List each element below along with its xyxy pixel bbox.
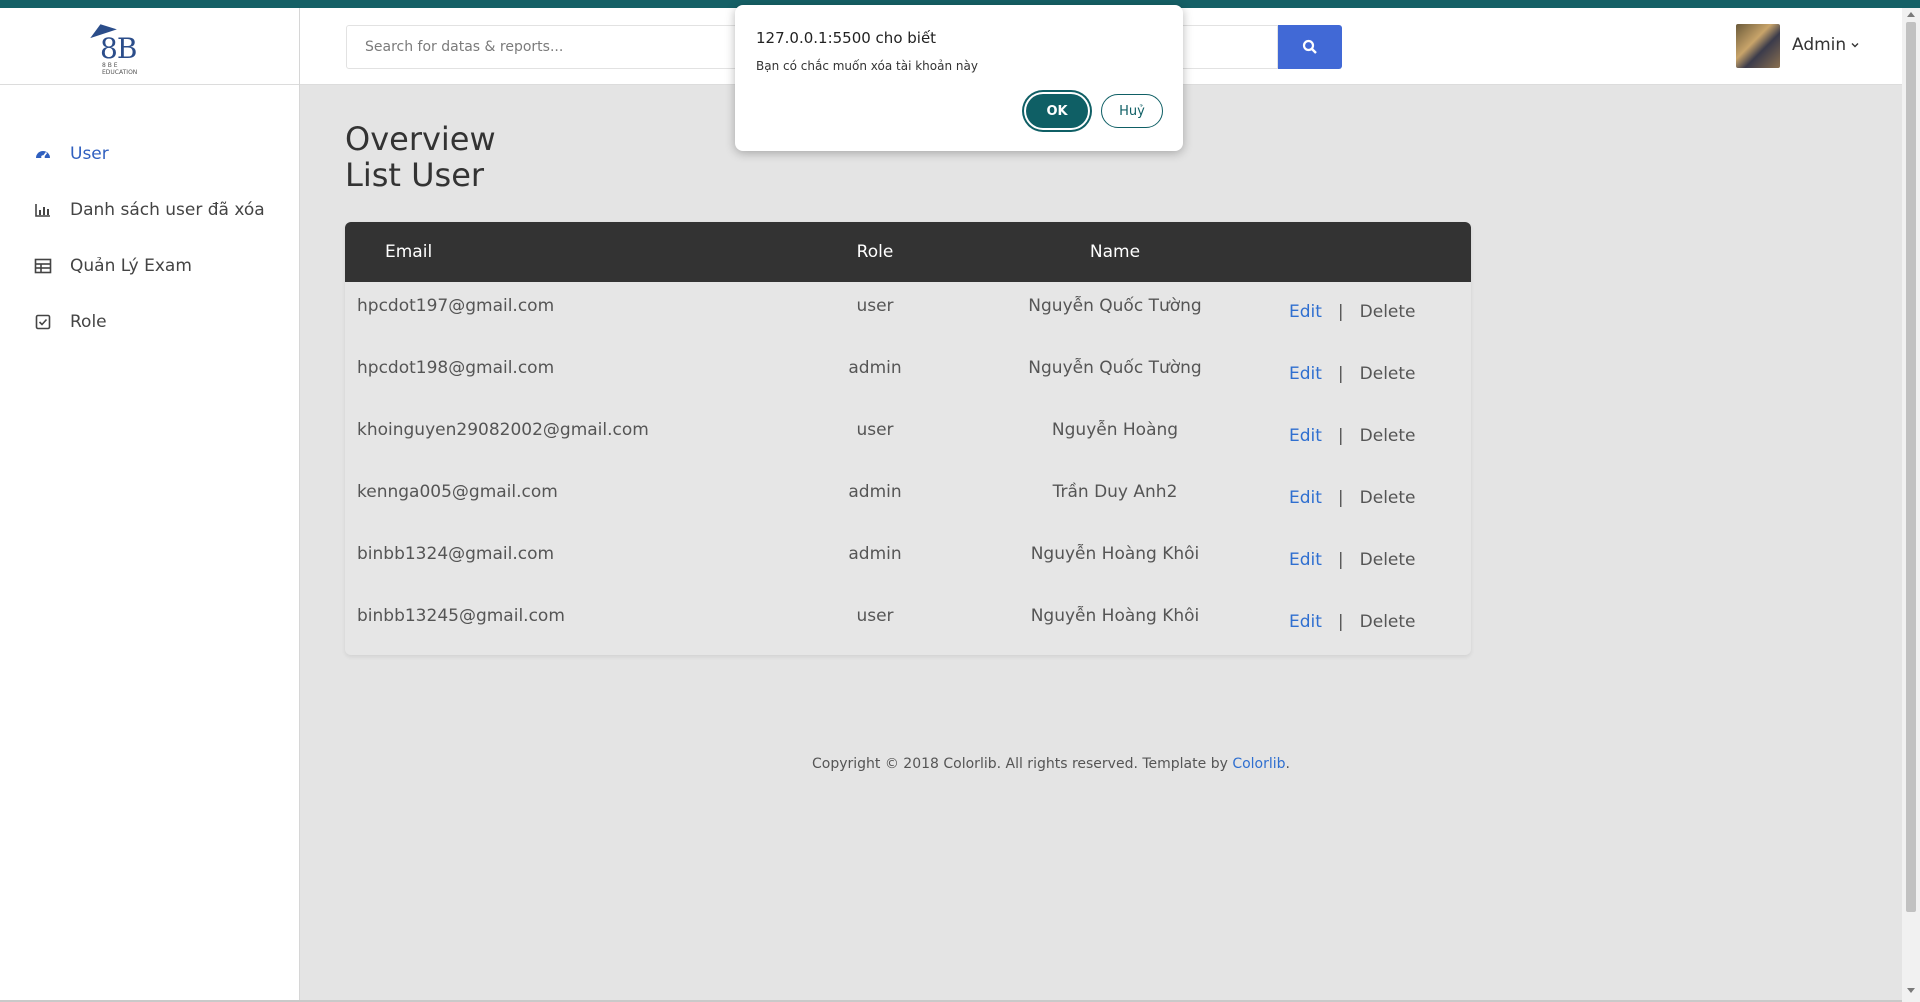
cell-role: user (856, 606, 894, 626)
action-separator: | (1337, 426, 1344, 446)
column-header-email: Email (385, 242, 433, 262)
cell-email: binbb1324@gmail.com (357, 544, 555, 564)
column-header-role: Role (856, 242, 894, 262)
cell-name: Trần Duy Anh2 (1052, 482, 1178, 502)
sidebar-item-label: Danh sách user đã xóa (70, 200, 265, 220)
footer: Copyright © 2018 Colorlib. All rights re… (300, 756, 1802, 772)
sidebar-item-role[interactable]: Role (34, 308, 107, 336)
edit-link[interactable]: Edit (1289, 488, 1322, 508)
edit-link[interactable]: Edit (1289, 364, 1322, 384)
delete-link[interactable]: Delete (1360, 364, 1416, 384)
sidebar-item-deleted-users[interactable]: Danh sách user đã xóa (34, 196, 265, 224)
table-row: khoinguyen29082002@gmail.com user Nguyễn… (345, 406, 1471, 468)
action-separator: | (1337, 302, 1344, 322)
cell-name: Nguyễn Hoàng (1051, 420, 1179, 440)
ok-button[interactable]: OK (1026, 94, 1088, 128)
sidebar-item-user[interactable]: User (34, 140, 109, 168)
user-table: Email Role Name hpcdot197@gmail.com user… (345, 222, 1471, 655)
confirm-dialog: 127.0.0.1:5500 cho biết Bạn có chắc muốn… (735, 5, 1183, 151)
dialog-message: Bạn có chắc muốn xóa tài khoản này (756, 59, 978, 73)
cell-role: user (856, 420, 894, 440)
row-actions: Edit | Delete (1289, 612, 1416, 632)
logo-area: 8B 8 B E EDUCATION (0, 8, 299, 85)
footer-text: Copyright © 2018 Colorlib. All rights re… (812, 756, 1233, 772)
cell-name: Nguyễn Hoàng Khôi (1030, 606, 1200, 626)
row-actions: Edit | Delete (1289, 426, 1416, 446)
brand-logo[interactable]: 8B 8 B E EDUCATION (84, 19, 144, 76)
cell-email: hpcdot197@gmail.com (357, 296, 555, 316)
user-name: Admin (1792, 35, 1847, 55)
search-icon (1302, 39, 1317, 54)
table-row: hpcdot197@gmail.com user Nguyễn Quốc Tườ… (345, 282, 1471, 344)
edit-link[interactable]: Edit (1289, 550, 1322, 570)
delete-link[interactable]: Delete (1360, 550, 1416, 570)
main-content: Overview List User Email Role Name hpcdo… (300, 84, 1902, 1002)
table-row: hpcdot198@gmail.com admin Nguyễn Quốc Tư… (345, 344, 1471, 406)
column-header-name: Name (1089, 242, 1141, 262)
footer-link[interactable]: Colorlib (1232, 756, 1285, 772)
chevron-down-icon (1851, 43, 1859, 48)
sidebar-item-label: Quản Lý Exam (70, 256, 192, 276)
sidebar-item-label: Role (70, 312, 107, 332)
cell-name: Nguyễn Hoàng Khôi (1030, 544, 1200, 564)
page-title: Overview (345, 120, 496, 158)
logo-text: 8B (100, 32, 137, 65)
cell-name: Nguyễn Quốc Tường (1028, 358, 1202, 378)
row-actions: Edit | Delete (1289, 302, 1416, 322)
table-row: kennga005@gmail.com admin Trần Duy Anh2 … (345, 468, 1471, 530)
cell-email: khoinguyen29082002@gmail.com (357, 420, 649, 440)
scrollbar-thumb[interactable] (1906, 22, 1916, 912)
cell-email: binbb13245@gmail.com (357, 606, 565, 626)
edit-link[interactable]: Edit (1289, 426, 1322, 446)
delete-link[interactable]: Delete (1360, 426, 1416, 446)
scroll-down-icon[interactable] (1907, 988, 1915, 993)
action-separator: | (1337, 488, 1344, 508)
logo-subtext: 8 B E EDUCATION (102, 62, 138, 76)
action-separator: | (1337, 612, 1344, 632)
sidebar: 8B 8 B E EDUCATION User Danh sách user đ… (0, 8, 300, 1002)
row-actions: Edit | Delete (1289, 488, 1416, 508)
footer-trail: . (1285, 756, 1290, 772)
row-actions: Edit | Delete (1289, 364, 1416, 384)
scroll-up-icon[interactable] (1907, 12, 1915, 17)
table-row: binbb13245@gmail.com user Nguyễn Hoàng K… (345, 592, 1471, 654)
table-icon (34, 257, 52, 275)
avatar[interactable] (1736, 24, 1780, 68)
edit-link[interactable]: Edit (1289, 612, 1322, 632)
delete-link[interactable]: Delete (1360, 488, 1416, 508)
cell-role: admin (848, 358, 902, 378)
cell-role: admin (848, 544, 902, 564)
edit-link[interactable]: Edit (1289, 302, 1322, 322)
delete-link[interactable]: Delete (1360, 612, 1416, 632)
dialog-title: 127.0.0.1:5500 cho biết (756, 29, 937, 47)
cell-email: hpcdot198@gmail.com (357, 358, 555, 378)
delete-link[interactable]: Delete (1360, 302, 1416, 322)
action-separator: | (1337, 364, 1344, 384)
cell-role: user (856, 296, 894, 316)
table-row: binbb1324@gmail.com admin Nguyễn Hoàng K… (345, 530, 1471, 592)
row-actions: Edit | Delete (1289, 550, 1416, 570)
cell-email: kennga005@gmail.com (357, 482, 558, 502)
sidebar-item-label: User (70, 144, 109, 164)
table-header: Email Role Name (345, 222, 1471, 282)
search-button[interactable] (1278, 25, 1342, 69)
bar-chart-icon (34, 201, 52, 219)
page-subtitle: List User (345, 156, 485, 194)
checkbox-icon (34, 313, 52, 331)
cell-name: Nguyễn Quốc Tường (1028, 296, 1202, 316)
action-separator: | (1337, 550, 1344, 570)
cell-role: admin (848, 482, 902, 502)
user-menu[interactable]: Admin (1792, 35, 1860, 55)
cancel-button[interactable]: Huỷ (1101, 94, 1163, 128)
dashboard-icon (34, 145, 52, 163)
sidebar-item-exam[interactable]: Quản Lý Exam (34, 252, 192, 280)
